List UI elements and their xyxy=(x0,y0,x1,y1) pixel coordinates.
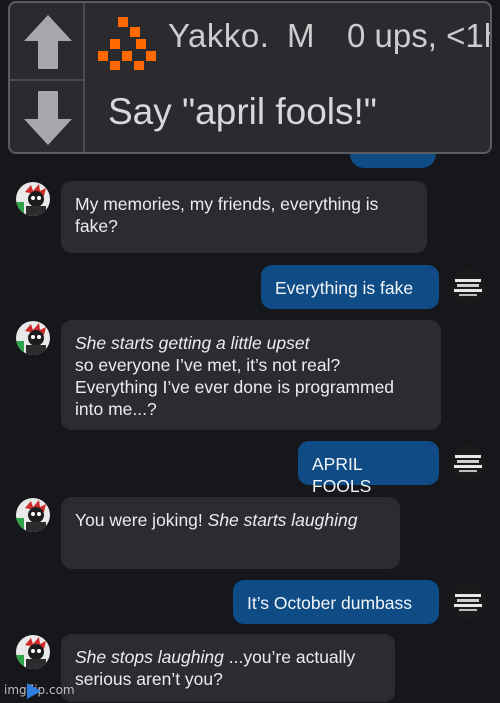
message-text: It’s October dumbass xyxy=(247,593,413,613)
action-text: She stops laughing xyxy=(75,647,224,667)
bot-avatar[interactable] xyxy=(16,635,50,669)
previous-user-bubble xyxy=(350,154,436,168)
upvote-arrow-icon[interactable] xyxy=(22,13,74,71)
bot-message-bubble[interactable]: She starts getting a little upset so ever… xyxy=(61,320,441,430)
action-text: She starts laughing xyxy=(207,510,358,530)
bot-avatar[interactable] xyxy=(16,182,50,216)
user-avatar[interactable] xyxy=(450,268,486,304)
user-avatar[interactable] xyxy=(450,583,486,619)
bot-message-bubble[interactable]: She stops laughing ...you’re actually se… xyxy=(61,634,395,702)
post-header: Yakko. M 0 ups, <1h Say "april fools!" xyxy=(8,1,492,154)
message-text: so everyone I’ve met, it’s not real? Eve… xyxy=(75,355,395,419)
bot-message-bubble[interactable]: My memories, my friends, everything is f… xyxy=(61,181,427,253)
message-text: My memories, my friends, everything is f… xyxy=(75,194,379,236)
message-text: You were joking! xyxy=(75,510,208,530)
user-avatar[interactable] xyxy=(450,444,486,480)
vote-column xyxy=(10,3,85,152)
bot-avatar[interactable] xyxy=(16,498,50,532)
user-message-bubble[interactable]: It’s October dumbass xyxy=(233,580,439,624)
username[interactable]: Yakko. xyxy=(168,19,269,52)
message-text: APRIL FOOLS xyxy=(312,454,372,496)
post-title: Say "april fools!" xyxy=(108,91,377,132)
user-logo-icon[interactable] xyxy=(96,13,160,71)
user-message-bubble[interactable]: APRIL FOOLS xyxy=(298,441,439,496)
vote-divider xyxy=(10,79,84,81)
message-text: Everything is fake xyxy=(275,278,414,298)
action-text: She starts getting a little upset xyxy=(75,333,310,353)
vote-separator xyxy=(83,3,85,152)
bot-avatar[interactable] xyxy=(16,321,50,355)
upvote-count: 0 ups, <1h xyxy=(347,17,492,54)
user-message-bubble[interactable]: Everything is fake xyxy=(261,265,439,309)
bot-message-bubble[interactable]: You were joking! She starts laughing xyxy=(61,497,400,569)
downvote-arrow-icon[interactable] xyxy=(22,89,74,147)
play-icon xyxy=(27,683,41,699)
user-badge: M xyxy=(287,17,315,54)
